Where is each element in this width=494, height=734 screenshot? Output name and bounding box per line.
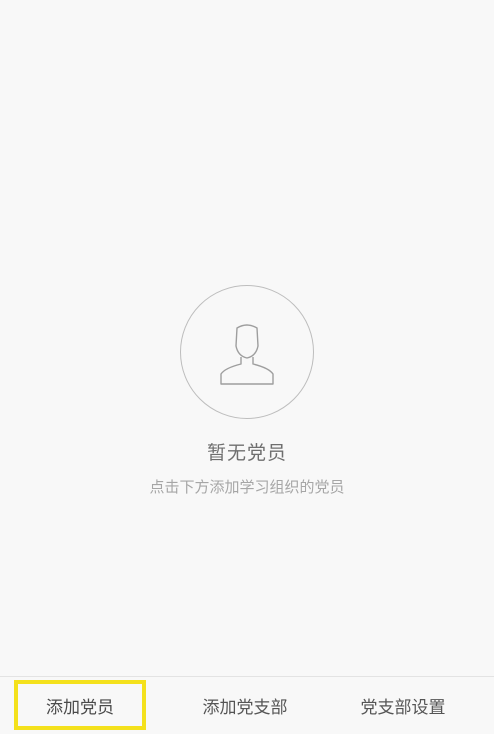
bottom-tab-bar: 添加党员 添加党支部 党支部设置 — [0, 676, 494, 734]
empty-state-hint: 点击下方添加学习组织的党员 — [149, 478, 345, 496]
party-members-screen: 暂无党员 点击下方添加学习组织的党员 添加党员 添加党支部 党支部设置 — [0, 0, 494, 734]
empty-state: 暂无党员 点击下方添加学习组织的党员 — [0, 285, 494, 497]
avatar-placeholder — [180, 285, 314, 419]
person-icon — [211, 316, 283, 388]
tab-branch-settings[interactable]: 党支部设置 — [328, 676, 478, 734]
empty-state-title: 暂无党员 — [206, 442, 287, 464]
tab-add-member[interactable]: 添加党员 — [14, 680, 146, 730]
tab-add-branch[interactable]: 添加党支部 — [170, 676, 320, 734]
